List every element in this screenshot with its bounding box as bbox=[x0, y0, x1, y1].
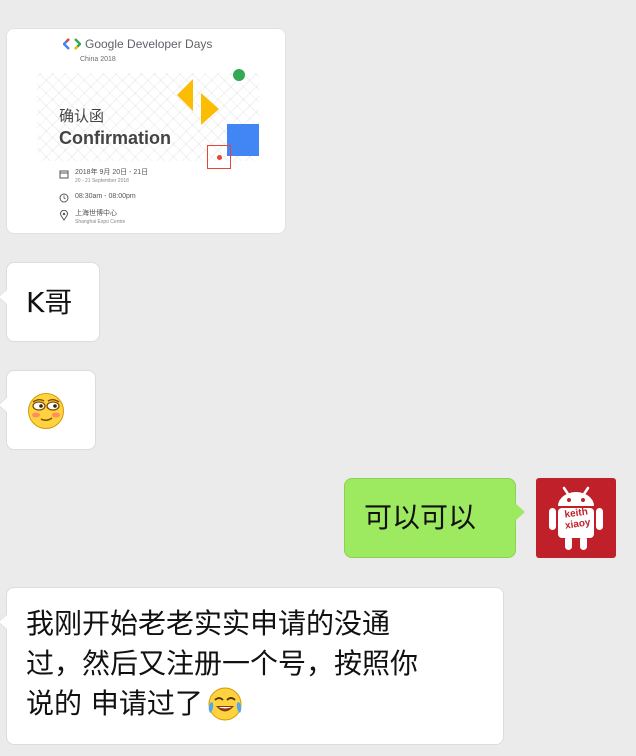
place-info: 上海世博中心 Shanghai Expo Centre bbox=[59, 210, 125, 226]
gdd-subtitle: China 2018 bbox=[80, 56, 116, 63]
time-info: 08:30am - 08:00pm bbox=[59, 193, 136, 203]
clock-icon bbox=[59, 193, 69, 203]
gdd-logo: Google Developer Days bbox=[63, 37, 212, 51]
incoming-message-bubble[interactable]: 我刚开始老老实实申请的没通 过，然后又注册一个号，按照你 说的 申请过了 bbox=[0, 587, 504, 745]
incoming-emoji-bubble[interactable] bbox=[0, 370, 96, 450]
confirmation-title-zh: 确认函 bbox=[59, 107, 105, 125]
message-text: 可以可以 bbox=[364, 501, 477, 534]
crying-laughing-emoji-icon bbox=[208, 687, 242, 721]
smirk-face-emoji-icon bbox=[28, 393, 64, 429]
avatar-name-label: keith xiaoy bbox=[559, 506, 596, 533]
place-line: 上海世博中心 bbox=[75, 210, 117, 217]
location-pin-icon bbox=[59, 210, 69, 221]
date-info: 2018年 9月 20日 - 21日 20 - 21 September 201… bbox=[59, 169, 148, 185]
confirmation-title-en: Confirmation bbox=[59, 128, 171, 148]
time-line: 08:30am - 08:00pm bbox=[75, 193, 136, 200]
message-text: 我刚开始老老实实申请的没通 过，然后又注册一个号，按照你 说的 申请过了 bbox=[26, 604, 418, 724]
yellow-triangles-decoration bbox=[177, 79, 219, 125]
message-line: 我刚开始老老实实申请的没通 bbox=[26, 607, 391, 640]
shared-image-message[interactable]: Google Developer Days China 2018 确认函 Con… bbox=[6, 28, 286, 234]
incoming-message-bubble[interactable]: K哥 bbox=[0, 262, 100, 342]
message-line: 过，然后又注册一个号，按照你 bbox=[26, 647, 419, 680]
place-sub: Shanghai Expo Centre bbox=[75, 219, 126, 225]
red-dot-decoration bbox=[217, 155, 222, 160]
date-line: 2018年 9月 20日 - 21日 bbox=[75, 169, 149, 176]
green-dot-decoration bbox=[233, 69, 245, 81]
date-sub: 20 - 21 September 2018 bbox=[75, 178, 129, 184]
message-text: K哥 bbox=[26, 286, 73, 319]
calendar-icon bbox=[59, 170, 69, 179]
gdd-brand-text: Google Developer Days bbox=[85, 37, 213, 51]
outgoing-message-bubble[interactable]: 可以可以 bbox=[344, 478, 525, 558]
google-developers-logo-icon bbox=[63, 38, 81, 50]
message-line: 说的 申请过了 bbox=[26, 687, 203, 720]
blue-square-decoration bbox=[227, 124, 259, 156]
avatar[interactable]: keith xiaoy bbox=[536, 478, 616, 558]
